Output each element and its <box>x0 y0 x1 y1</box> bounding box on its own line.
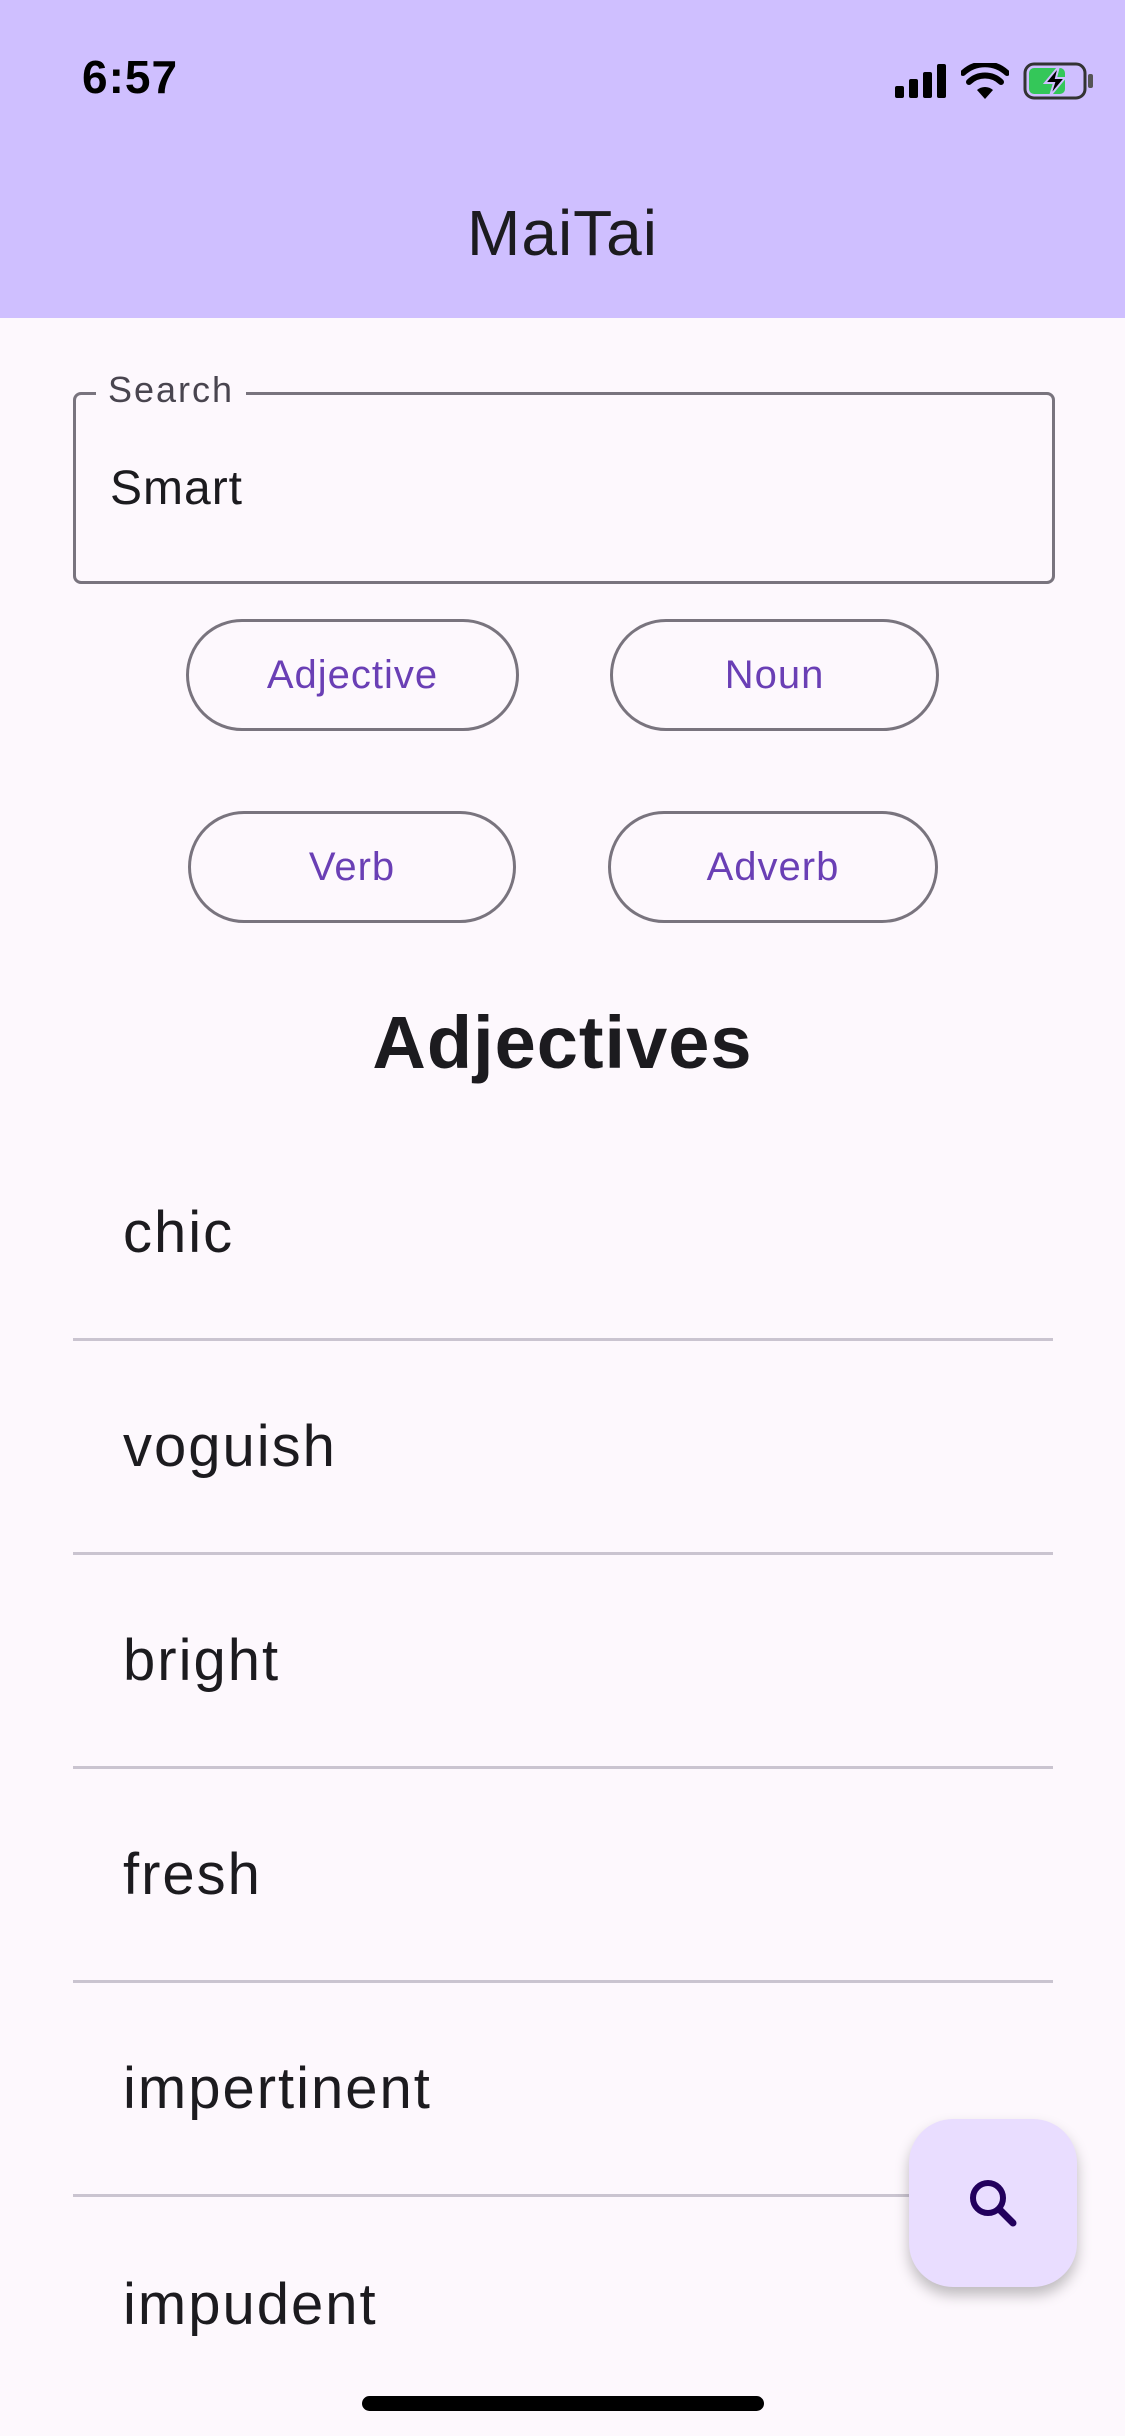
home-indicator <box>362 2396 764 2411</box>
search-input[interactable] <box>110 395 1010 581</box>
search-fab-button[interactable] <box>909 2119 1077 2287</box>
battery-charging-icon <box>1023 62 1093 100</box>
list-item[interactable]: fresh <box>73 1769 1053 1983</box>
verb-filter-button[interactable]: Verb <box>188 811 516 923</box>
results-heading: Adjectives <box>372 1001 753 1084</box>
list-item[interactable]: bright <box>73 1555 1053 1769</box>
app-title: MaiTai <box>467 197 658 269</box>
app-bar: 6:57 MaiTai <box>0 0 1125 318</box>
search-icon <box>970 2180 1017 2227</box>
list-item[interactable]: impudent <box>73 2197 1053 2411</box>
list-item[interactable]: voguish <box>73 1341 1053 1555</box>
list-item[interactable]: chic <box>73 1127 1053 1341</box>
adverb-filter-button[interactable]: Adverb <box>608 811 938 923</box>
list-item[interactable]: impertinent <box>73 1983 1053 2197</box>
cellular-signal-icon <box>895 64 946 98</box>
status-time: 6:57 <box>82 51 179 103</box>
search-field[interactable]: Search <box>73 369 1055 584</box>
noun-filter-button[interactable]: Noun <box>610 619 939 731</box>
status-icons <box>895 62 1095 100</box>
wifi-icon <box>961 63 1009 99</box>
adjective-filter-button[interactable]: Adjective <box>186 619 519 731</box>
word-list: chic voguish bright fresh impertinent im… <box>73 1127 1053 2411</box>
